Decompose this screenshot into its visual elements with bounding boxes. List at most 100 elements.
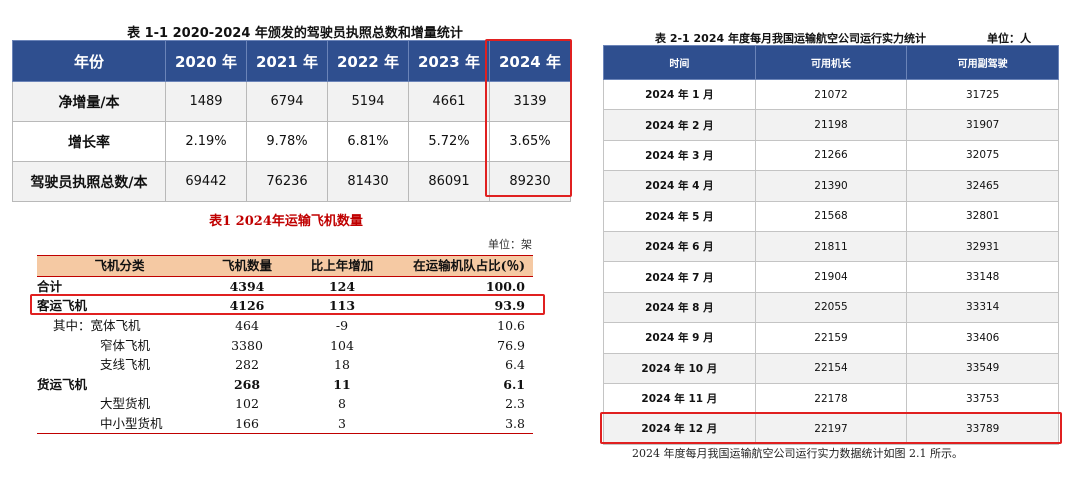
cell: 81430 (327, 161, 409, 202)
row-label: 中小型货机 (37, 413, 202, 435)
cell: 9.78% (246, 121, 328, 162)
highlight-2024-column (485, 39, 572, 197)
cell: 32931 (906, 230, 1059, 263)
table-row: 2024 年 11 月 22178 33753 (603, 382, 1059, 415)
cell: 22178 (754, 382, 908, 415)
header-2023: 2023 年 (408, 40, 490, 82)
cell: 4661 (408, 81, 490, 122)
header-first-officers: 可用副驾驶 (906, 45, 1059, 80)
header-captains: 可用机长 (754, 45, 908, 80)
table-row: 2024 年 7 月 21904 33148 (603, 261, 1059, 293)
cell: 5.72% (408, 121, 490, 162)
header-time: 时间 (603, 45, 756, 80)
cell: 31725 (906, 78, 1059, 111)
row-label: 驾驶员执照总数/本 (12, 161, 166, 202)
cell: 33148 (906, 261, 1059, 293)
cell: 21266 (754, 139, 908, 172)
cell: 2.3 (505, 396, 525, 412)
cell: 2.19% (165, 121, 247, 162)
highlight-passenger-row (30, 294, 545, 315)
month-cell: 2024 年 9 月 (603, 322, 756, 354)
table-row: 2024 年 1 月 21072 31725 (603, 78, 1059, 111)
table-1-title: 表1 2024年运输飞机数量 (209, 214, 363, 229)
header-2021: 2021 年 (246, 40, 328, 82)
row-label: 窄体飞机 (100, 337, 151, 353)
header-increase: 比上年增加 (292, 255, 392, 277)
cell: 21198 (754, 109, 908, 141)
cell: 22055 (754, 291, 908, 324)
cell: 33753 (906, 382, 1059, 415)
cell: 1489 (165, 81, 247, 122)
cell: 22159 (754, 322, 908, 354)
month-cell: 2024 年 5 月 (603, 200, 756, 232)
cell: 6.4 (505, 357, 525, 373)
highlight-december-row (600, 412, 1062, 444)
cell: 33549 (906, 352, 1059, 384)
table-row: 中小型货机 166 3 3.8 (37, 413, 533, 435)
table-row: 2024 年 4 月 21390 32465 (603, 170, 1059, 202)
table-row: 2024 年 9 月 22159 33406 (603, 322, 1059, 354)
row-label: 货运飞机 (37, 376, 88, 392)
table-row: 货运飞机 268 11 6.1 (37, 375, 533, 395)
cell: 21072 (754, 78, 908, 111)
month-cell: 2024 年 6 月 (603, 230, 756, 263)
table-2-1-title: 表 2-1 2024 年度每月我国运输航空公司运行实力统计 (655, 32, 926, 45)
cell: 21904 (754, 261, 908, 293)
table-row: 其中：宽体飞机 464 -9 10.6 (37, 316, 533, 336)
table-row: 窄体飞机 3380 104 76.9 (37, 335, 533, 355)
cell: 21811 (754, 230, 908, 263)
cell: 76236 (246, 161, 328, 202)
cell: 6.81% (327, 121, 409, 162)
row-label: 增长率 (12, 121, 166, 162)
header-share: 在运输机队占比(％) (392, 255, 533, 277)
cell: 268 (233, 376, 261, 392)
cell: 18 (334, 357, 350, 373)
header-category: 飞机分类 (37, 255, 202, 277)
table-2-1-caption: 2024 年度每月我国运输航空公司运行实力数据统计如图 2.1 所示。 (632, 447, 963, 460)
row-label: 大型货机 (100, 396, 151, 412)
cell: 3 (292, 413, 392, 435)
cell: 5194 (327, 81, 409, 122)
cell: -9 (335, 318, 349, 334)
cell: 3380 (231, 337, 263, 353)
cell: 33314 (906, 291, 1059, 324)
cell: 31907 (906, 109, 1059, 141)
cell: 8 (338, 396, 346, 412)
table-1-unit: 单位：架 (488, 238, 532, 251)
table-row: 2024 年 6 月 21811 32931 (603, 230, 1059, 263)
month-cell: 2024 年 1 月 (603, 78, 756, 111)
table-row: 2024 年 2 月 21198 31907 (603, 109, 1059, 141)
month-cell: 2024 年 3 月 (603, 139, 756, 172)
header-year: 年份 (12, 40, 166, 82)
row-label: 其中：宽体飞机 (53, 318, 141, 334)
table-2-1-unit: 单位：人 (987, 32, 1031, 45)
cell: 21568 (754, 200, 908, 232)
month-cell: 2024 年 2 月 (603, 109, 756, 141)
month-cell: 2024 年 11 月 (603, 382, 756, 415)
cell: 104 (330, 337, 354, 353)
cell: 21390 (754, 170, 908, 202)
cell: 33406 (906, 322, 1059, 354)
month-cell: 2024 年 10 月 (603, 352, 756, 384)
table-row: 2024 年 8 月 22055 33314 (603, 291, 1059, 324)
cell: 76.9 (497, 337, 525, 353)
cell: 69442 (165, 161, 247, 202)
cell: 3.8 (392, 413, 533, 435)
cell: 102 (235, 396, 259, 412)
table-row: 2024 年 3 月 21266 32075 (603, 139, 1059, 172)
table-row: 大型货机 102 8 2.3 (37, 394, 533, 414)
cell: 166 (202, 413, 292, 435)
monthly-pilot-table: 时间 可用机长 可用副驾驶 2024 年 1 月 21072 31725 2024 … (603, 45, 1059, 445)
cell: 282 (235, 357, 259, 373)
cell: 32801 (906, 200, 1059, 232)
cell: 32075 (906, 139, 1059, 172)
cell: 6.1 (503, 376, 525, 392)
header-2020: 2020 年 (165, 40, 247, 82)
cell: 22154 (754, 352, 908, 384)
table-row: 2024 年 5 月 21568 32801 (603, 200, 1059, 232)
cell: 464 (235, 318, 259, 334)
month-cell: 2024 年 7 月 (603, 261, 756, 293)
aircraft-count-table: 飞机分类 飞机数量 比上年增加 在运输机队占比(％) 合计 4394 124 1… (37, 255, 533, 435)
row-label: 净增量/本 (12, 81, 166, 122)
row-label: 支线飞机 (100, 357, 151, 373)
